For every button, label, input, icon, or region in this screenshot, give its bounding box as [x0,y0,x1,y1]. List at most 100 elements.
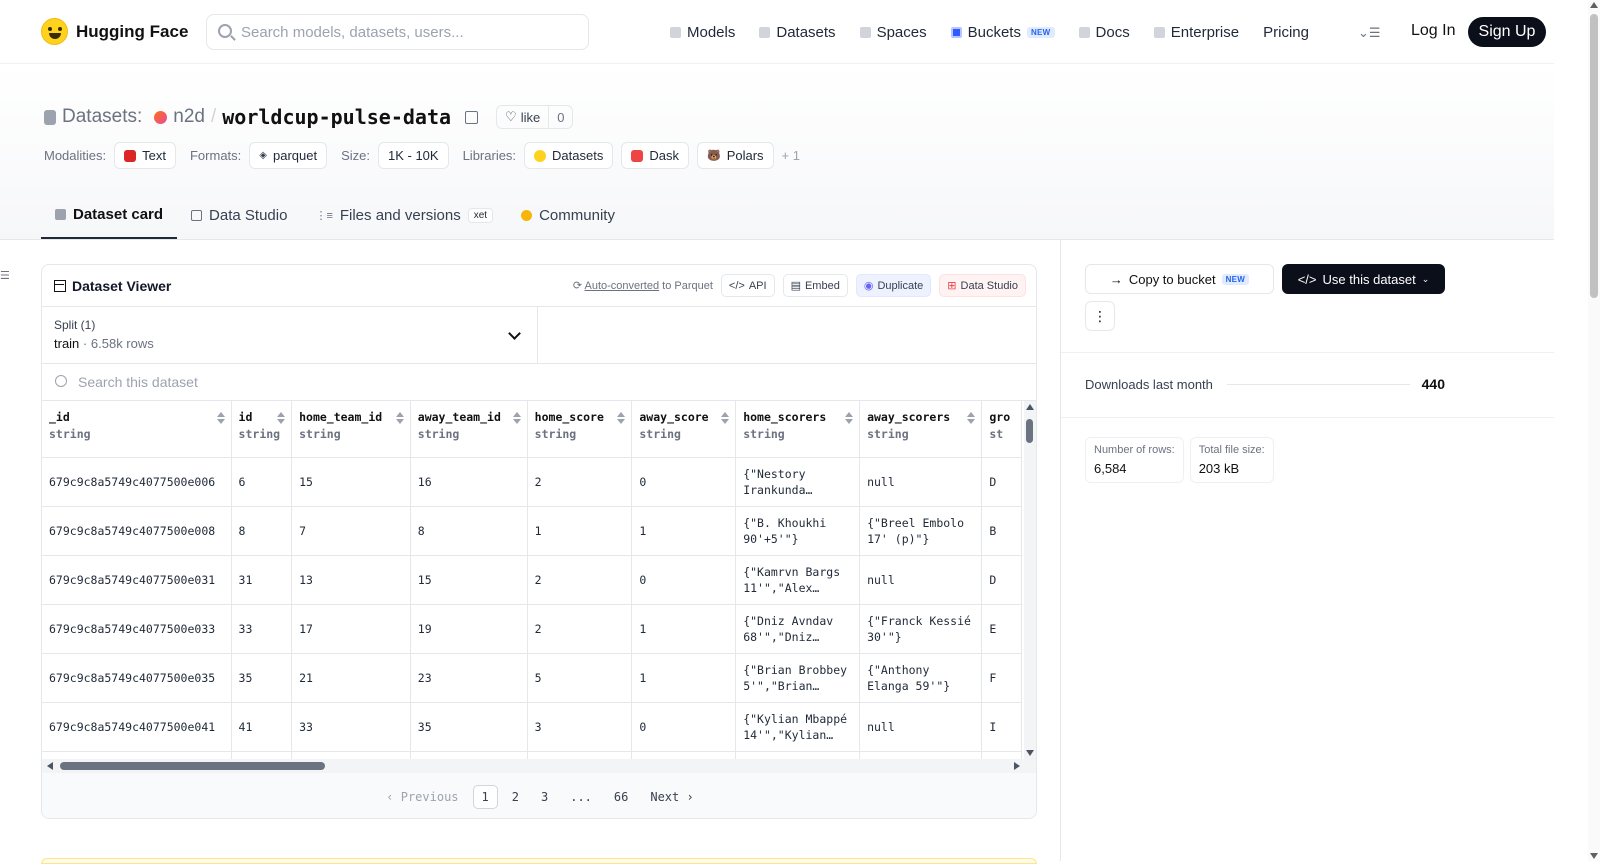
column-header[interactable]: id string [231,401,293,458]
tag-size[interactable]: 1K - 10K [377,142,449,169]
table-cell [42,751,232,759]
column-type: string [417,427,460,441]
global-search-input[interactable]: Search models, datasets, users... [206,14,589,50]
more-menu-icon[interactable]: ⌄☰ [1358,25,1381,41]
sort-icon[interactable] [721,412,730,424]
auto-converted-link[interactable]: Auto-converted [584,280,659,292]
column-header[interactable]: away_score string [631,401,737,458]
vertical-scrollbar[interactable] [1024,401,1036,759]
page-2-button[interactable]: 2 [504,786,527,808]
split-selector[interactable]: Split (1) train · 6.58k rows [42,307,1036,364]
table-cell: 7 [291,506,411,556]
page-3-button[interactable]: 3 [533,786,556,808]
more-options-button[interactable]: ⋮ [1085,301,1115,331]
sidebar-toggle-icon[interactable]: ☰ [0,269,10,282]
duplicate-button[interactable]: ◉ Duplicate [855,274,932,297]
column-header[interactable]: home_scorersstring [735,401,861,458]
tag-modality[interactable]: Text [114,142,176,169]
scroll-right-icon[interactable] [1014,762,1020,770]
column-header[interactable]: _id string [42,401,232,458]
owner-link[interactable]: n2d [173,106,205,128]
dataset-search-input[interactable]: Search this dataset [42,364,1036,401]
table-cell: 0 [631,555,737,605]
nav-datasets[interactable]: Datasets [759,23,836,41]
page-1-button[interactable]: 1 [472,784,498,809]
copy-icon[interactable] [465,110,479,124]
scroll-thumb[interactable] [1590,14,1598,298]
more-tags-link[interactable]: + 1 [782,148,800,163]
tab-label: Community [539,207,615,224]
nav-label: Datasets [776,23,836,41]
sort-icon[interactable] [617,412,626,424]
sort-icon[interactable] [395,412,404,424]
logo[interactable]: Hugging Face [41,18,188,45]
column-header[interactable]: away_team_id string [410,401,528,458]
table-cell: {"Dniz Avndav 68'","Dniz… [735,604,861,654]
page-scrollbar[interactable] [1588,0,1600,861]
nav-models[interactable]: Models [670,24,735,41]
column-header[interactable]: away_scorers string [859,401,983,458]
login-link[interactable]: Log In [1411,22,1455,40]
embed-icon: ▤ [790,280,801,292]
next-page-button[interactable]: Next › [642,786,701,808]
tab-community[interactable]: Community [507,192,629,239]
nav-enterprise[interactable]: Enterprise [1153,24,1239,41]
column-header[interactable]: home_score string [527,401,633,458]
tag-format[interactable]: ◈ parquet [249,142,328,169]
scroll-down-icon[interactable] [1026,750,1034,756]
divider [1060,240,1061,861]
horizontal-scrollbar[interactable] [42,759,1036,773]
tag-library-dask[interactable]: Dask [621,142,689,169]
tag-library-datasets[interactable]: Datasets [524,142,614,169]
page-66-button[interactable]: 66 [606,786,636,808]
sidebar-actions: → Copy to bucket NEW </> Use this dataset ⌄ [1085,264,1445,294]
table-row[interactable]: 679c9c8a5749c4077500e033 33 17 19 2 1 {"Dniz A… [42,604,1022,654]
column-type: string [743,427,785,441]
scroll-thumb[interactable] [60,762,325,770]
data-studio-button[interactable]: ⊞ Data Studio [939,274,1026,297]
table-row[interactable]: {"Markvs Hlmgrn{"Ismaïla Sarr [42,751,1022,759]
table-row[interactable]: 679c9c8a5749c4077500e035 35 21 23 5 1 {"Brian … [42,653,1022,703]
scroll-up-icon[interactable] [1026,404,1034,410]
sort-icon[interactable] [277,412,286,424]
like-button[interactable]: ♡ like 0 [496,105,574,129]
table-cell: {"Brian Brobbey 5'","Brian… [735,653,861,703]
api-button[interactable]: </> API [720,274,775,297]
table-cell: 19 [410,604,528,654]
column-type: string [49,427,91,441]
table-cell: {"Breel Embolo 17' (p)"} [859,506,983,556]
repo-name[interactable]: worldcup-pulse-data [222,105,451,129]
sort-icon[interactable] [216,412,225,424]
sort-icon[interactable] [512,412,521,424]
embed-button[interactable]: ▤ Embed [782,274,848,297]
column-name: home_scorers [743,410,827,424]
tab-files[interactable]: ⋮≡ Files and versions xet [301,192,507,239]
scroll-up-icon[interactable] [1590,2,1598,8]
scroll-left-icon[interactable] [47,762,53,770]
nav-pricing[interactable]: Pricing [1263,24,1309,41]
previous-page-button[interactable]: ‹ Previous [378,786,466,808]
scroll-down-icon[interactable] [1590,853,1598,859]
pagination: ‹ Previous 1 2 3 ... 66 Next › [42,773,1036,818]
table-row[interactable]: 679c9c8a5749c4077500e006 6 15 16 2 0 {"Nestory… [42,457,1022,507]
nav-docs[interactable]: Docs [1078,24,1130,41]
table-row[interactable]: 679c9c8a5749c4077500e008 8 7 8 1 1 {"B. Khoukh… [42,506,1022,556]
tag-library-polars[interactable]: 🐻 Polars [696,142,774,169]
column-header[interactable]: home_team_id string [291,401,411,458]
scroll-thumb[interactable] [1026,419,1033,443]
copy-to-bucket-button[interactable]: → Copy to bucket NEW [1085,264,1274,294]
column-header[interactable]: gro st [981,401,1022,458]
nav-spaces[interactable]: Spaces [859,24,927,41]
dataset-tags: Modalities: Text Formats: ◈ parquet Size:… [44,142,800,169]
nav-buckets[interactable]: Buckets NEW [950,24,1055,41]
table-row[interactable]: 679c9c8a5749c4077500e041 41 33 35 3 0 {"Kylian… [42,702,1022,752]
sort-icon[interactable] [845,412,854,424]
tab-data-studio[interactable]: Data Studio [177,192,301,239]
code-icon: </> [1297,271,1317,287]
use-this-dataset-button[interactable]: </> Use this dataset ⌄ [1282,264,1445,294]
table-cell: {"Kamrvn Bargs 11'","Alex… [735,555,861,605]
tab-dataset-card[interactable]: Dataset card [41,192,178,239]
table-row[interactable]: 679c9c8a5749c4077500e031 31 13 15 2 0 {"Kamrvn… [42,555,1022,605]
sort-icon[interactable] [967,412,976,424]
signup-button[interactable]: Sign Up [1468,17,1546,47]
